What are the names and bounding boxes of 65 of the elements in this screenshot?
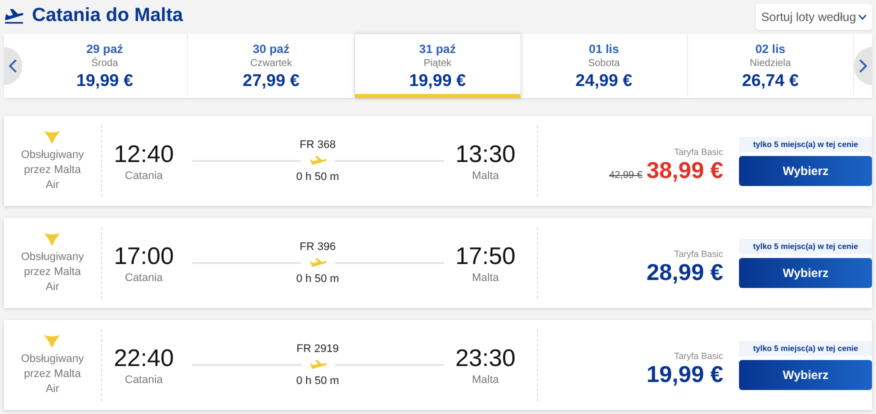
seats-badge: tylko 5 miejsc(a) w tej cenie [739,136,872,152]
date-label: 30 paź [252,42,290,56]
airplane-takeoff-icon [4,8,24,24]
flight-price: 19,99 € [646,360,724,388]
date-label: 29 paź [86,42,124,56]
operator-label: Obsługiwany przez Malta Air [20,250,85,295]
flight-duration: 0 h 50 m [296,171,340,183]
departure-time: 22:40 [114,344,174,372]
arrival-city: Malta [472,374,499,386]
flight-price: 28,99 € [646,258,724,286]
departure-time: 12:40 [114,140,174,168]
flight-duration: 0 h 50 m [296,273,340,285]
departure-city: Catania [124,374,163,386]
departure-city: Catania [124,272,163,284]
weekday-label: Czwartek [250,58,292,68]
flight-number: FR 368 [300,139,336,151]
select-button[interactable]: Wybierz [739,360,872,390]
flight-number: FR 2919 [296,343,339,355]
weekday-label: Niedziela [750,58,791,68]
date-label: 02 lis [755,42,786,56]
date-tab[interactable]: 31 paź Piątek 19,99 € [354,34,522,98]
date-label: 31 paź [419,42,456,56]
weekday-label: Środa [91,58,118,68]
previous-dates-button[interactable] [4,47,22,85]
fare-label: Taryfa Basic [674,248,724,258]
flight-duration: 0 h 50 m [296,375,340,387]
seats-badge: tylko 5 miejsc(a) w tej cenie [739,340,872,356]
date-tab[interactable]: 30 paź Czwartek 27,99 € [188,34,355,98]
select-button[interactable]: Wybierz [739,258,872,288]
arrival-city: Malta [472,170,499,182]
next-dates-button[interactable] [854,47,872,85]
flight-price: 38,99 € [646,156,724,184]
chevron-left-icon [9,59,17,73]
arrival-time: 13:30 [455,140,516,168]
fare-label: Taryfa Basic [674,146,724,156]
date-price: 19,99 € [409,70,466,90]
date-price: 27,99 € [242,70,300,90]
departure-city: Catania [124,170,163,182]
arrival-city: Malta [472,272,499,284]
route-title: Catania do Malta [32,5,183,27]
arrival-time: 23:30 [455,344,516,372]
airplane-icon [308,156,327,166]
old-price: 42,99 € [609,170,642,180]
operator-label: Obsługiwany przez Malta Air [20,148,85,193]
sort-dropdown[interactable]: Sortuj loty według [756,4,872,30]
operator-label: Obsługiwany przez Malta Air [20,352,85,397]
arrival-time: 17:50 [455,242,516,270]
date-price: 26,74 € [742,70,799,90]
chevron-down-icon [858,14,867,20]
airplane-icon [308,360,327,370]
fare-label: Taryfa Basic [674,350,724,360]
date-price: 19,99 € [76,70,134,90]
chevron-right-icon [859,59,868,73]
date-tab[interactable]: 29 paź Środa 19,99 € [22,34,188,98]
date-label: 01 lis [588,42,619,56]
date-tab[interactable]: 02 lis Niedziela 26,74 € [688,34,854,98]
seats-badge: tylko 5 miejsc(a) w tej cenie [739,238,872,254]
select-button[interactable]: Wybierz [739,156,872,186]
weekday-label: Sobota [588,58,620,68]
date-tab[interactable]: 01 lis Sobota 24,99 € [521,34,688,98]
date-price: 24,99 € [576,70,632,90]
flight-number: FR 396 [300,241,336,253]
airplane-icon [308,258,327,268]
weekday-label: Piątek [424,58,452,68]
departure-time: 17:00 [114,242,174,270]
